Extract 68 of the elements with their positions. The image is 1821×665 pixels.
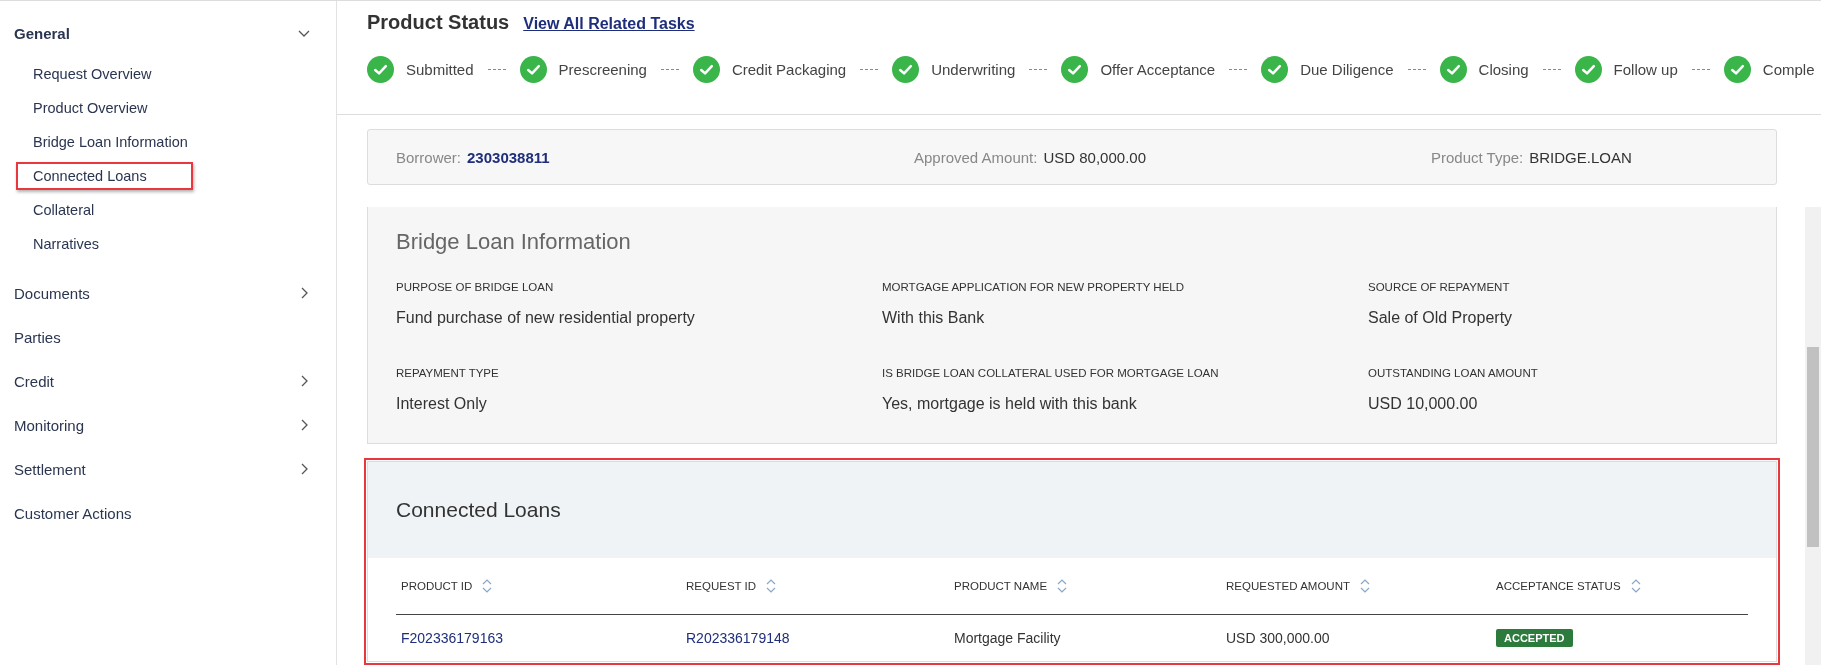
sort-icon[interactable] (1057, 579, 1068, 593)
field-label: SOURCE OF REPAYMENT (1368, 281, 1511, 293)
summary-label: Approved Amount: (914, 148, 1038, 166)
field-value: Interest Only (396, 395, 488, 413)
nav-item[interactable]: Documents (14, 284, 90, 302)
step-connector (1542, 69, 1561, 70)
nav-item[interactable]: Customer Actions (14, 504, 132, 522)
nav-item[interactable]: General (14, 24, 70, 42)
field-value: With this Bank (882, 309, 986, 327)
column-header[interactable]: REQUESTED AMOUNT (1226, 580, 1350, 592)
step-connector (1229, 69, 1248, 70)
step-connector (487, 69, 506, 70)
step-label: Submitted (406, 61, 474, 78)
nav-subitem[interactable]: Request Overview (16, 60, 168, 88)
section-title: Bridge Loan Information (396, 229, 632, 255)
table-cell: USD 300,000.00 (1226, 630, 1330, 646)
field-value: Yes, mortgage is held with this bank (882, 395, 1138, 413)
request-id-link[interactable]: R202336179148 (686, 630, 790, 646)
field-value: Sale of Old Property (1368, 309, 1514, 327)
sort-icon[interactable] (1359, 579, 1370, 593)
step-connector (1691, 69, 1710, 70)
borrower-link[interactable]: 2303038811 (467, 148, 550, 166)
table-cell: Mortgage Facility (954, 630, 1061, 646)
nav-item[interactable]: Settlement (14, 460, 86, 478)
step-label: Credit Packaging (731, 61, 847, 78)
field-value: Fund purchase of new residential property (396, 309, 696, 327)
column-header[interactable]: REQUEST ID (686, 580, 757, 592)
nav-item[interactable]: Monitoring (14, 416, 85, 434)
summary-label: Borrower: (396, 148, 462, 166)
field-label: IS BRIDGE LOAN COLLATERAL USED FOR MORTGAGE LOAN (882, 367, 1220, 379)
step-connector (1407, 69, 1426, 70)
step-label: Closing (1478, 61, 1529, 78)
column-header[interactable]: PRODUCT NAME (954, 580, 1048, 592)
field-value: USD 10,000.00 (1368, 395, 1479, 413)
nav-subitem[interactable]: Bridge Loan Information (16, 128, 204, 156)
summary-value: BRIDGE.LOAN (1529, 148, 1632, 166)
field-label: REPAYMENT TYPE (396, 367, 500, 379)
field-label: OUTSTANDING LOAN AMOUNT (1368, 367, 1539, 379)
sort-icon[interactable] (1630, 579, 1641, 593)
summary-label: Product Type: (1431, 148, 1524, 166)
page-title: Product Status (367, 11, 510, 34)
step-label: Comple (1762, 61, 1815, 78)
nav-item[interactable]: Credit (14, 372, 54, 390)
summary-value: USD 80,000.00 (1043, 148, 1146, 166)
field-label: PURPOSE OF BRIDGE LOAN (396, 281, 555, 293)
step-label: Follow up (1613, 61, 1678, 78)
step-connector (1029, 69, 1048, 70)
nav-subitem[interactable]: Product Overview (16, 94, 164, 122)
product-id-link[interactable]: F202336179163 (401, 630, 503, 646)
step-connector (660, 69, 679, 70)
column-header[interactable]: PRODUCT ID (401, 580, 473, 592)
related-tasks-link[interactable]: View All Related Tasks (523, 15, 695, 33)
nav-subitem[interactable]: Narratives (16, 230, 116, 258)
scrollbar[interactable] (1805, 207, 1821, 665)
section-title: Connected Loans (396, 498, 561, 522)
nav-subitem[interactable]: Collateral (16, 196, 111, 224)
step-label: Offer Acceptance (1100, 61, 1216, 78)
step-label: Due Diligence (1300, 61, 1394, 78)
step-label: Prescreening (558, 61, 647, 78)
column-header[interactable]: ACCEPTANCE STATUS (1496, 580, 1621, 592)
field-label: MORTGAGE APPLICATION FOR NEW PROPERTY HELD (882, 281, 1186, 293)
step-connector (860, 69, 879, 70)
nav-subitem[interactable]: Connected Loans (16, 162, 193, 190)
sort-icon[interactable] (482, 579, 493, 593)
sort-icon[interactable] (766, 579, 777, 593)
status-badge: ACCEPTED (1496, 629, 1573, 647)
nav-item[interactable]: Parties (14, 328, 61, 346)
step-label: Underwriting (931, 61, 1016, 78)
